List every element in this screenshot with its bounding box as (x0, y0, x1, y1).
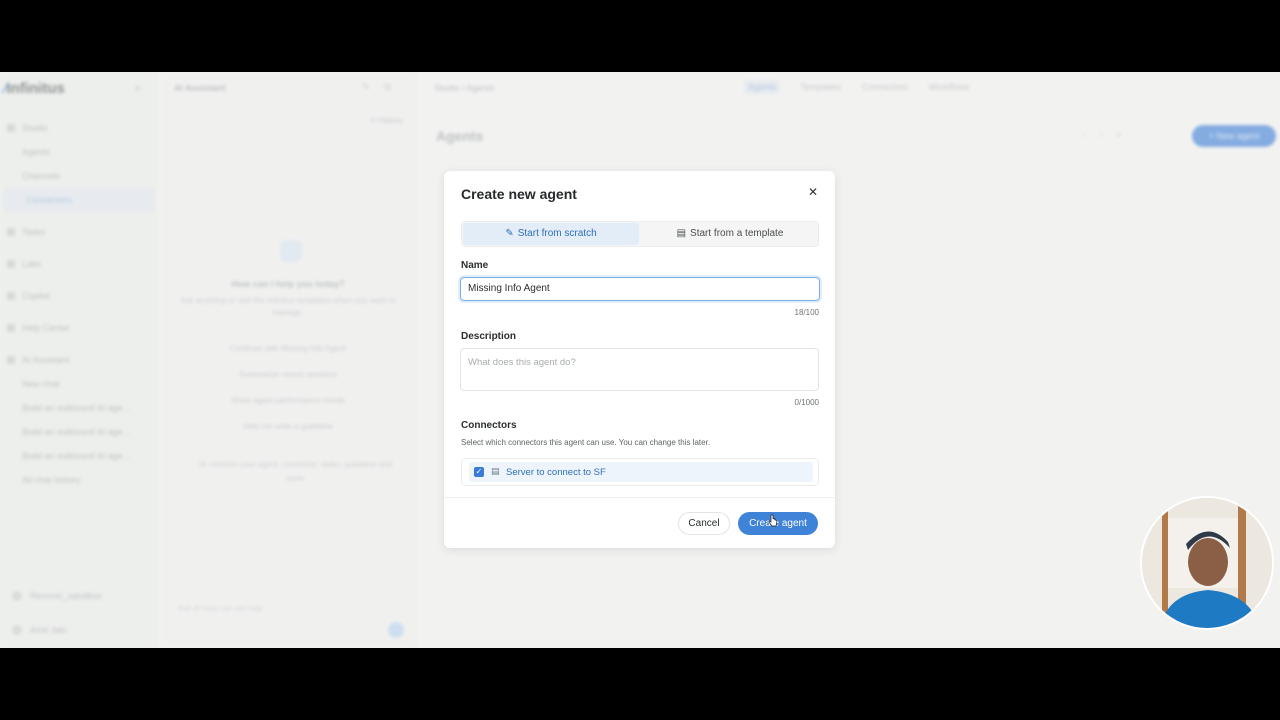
description-input[interactable]: What does this agent do? (460, 348, 819, 391)
cancel-button[interactable]: Cancel (678, 512, 730, 535)
connectors-list: ✓ ▤ Server to connect to SF (461, 458, 819, 486)
footer-divider (444, 497, 835, 498)
tab-start-from-scratch[interactable]: ✎ Start from scratch (463, 223, 639, 245)
description-label: Description (461, 331, 517, 342)
name-label: Name (461, 260, 489, 271)
server-icon: ▤ (491, 466, 500, 476)
template-icon: ▤ (676, 228, 687, 239)
connector-item[interactable]: ✓ ▤ Server to connect to SF (469, 462, 813, 482)
screen: ⁄Infinitus « Studio Agents Channels Connect… (0, 72, 1280, 648)
create-agent-dialog: Create new agent ✕ ✎ Start from scratch ▤… (444, 171, 835, 548)
name-input[interactable]: Missing Info Agent (460, 277, 820, 301)
name-char-counter: 18/100 (794, 308, 819, 317)
tab-start-from-template[interactable]: ▤ Start from a template (642, 223, 818, 245)
close-icon[interactable]: ✕ (808, 186, 818, 198)
connector-label: Server to connect to SF (506, 467, 606, 478)
pencil-icon: ✎ (505, 228, 514, 239)
connectors-label: Connectors (461, 420, 517, 431)
webcam-overlay (1140, 496, 1274, 630)
description-char-counter: 0/1000 (794, 398, 819, 407)
dialog-title: Create new agent (461, 186, 577, 202)
creation-mode-toggle: ✎ Start from scratch ▤ Start from a templa… (461, 221, 819, 247)
mouse-cursor-icon (768, 514, 778, 527)
presenter-video-icon (1142, 498, 1272, 628)
connector-checkbox[interactable]: ✓ (474, 467, 484, 477)
create-agent-button[interactable]: Create agent (738, 512, 818, 535)
connectors-help-text: Select which connectors this agent can u… (461, 438, 711, 447)
